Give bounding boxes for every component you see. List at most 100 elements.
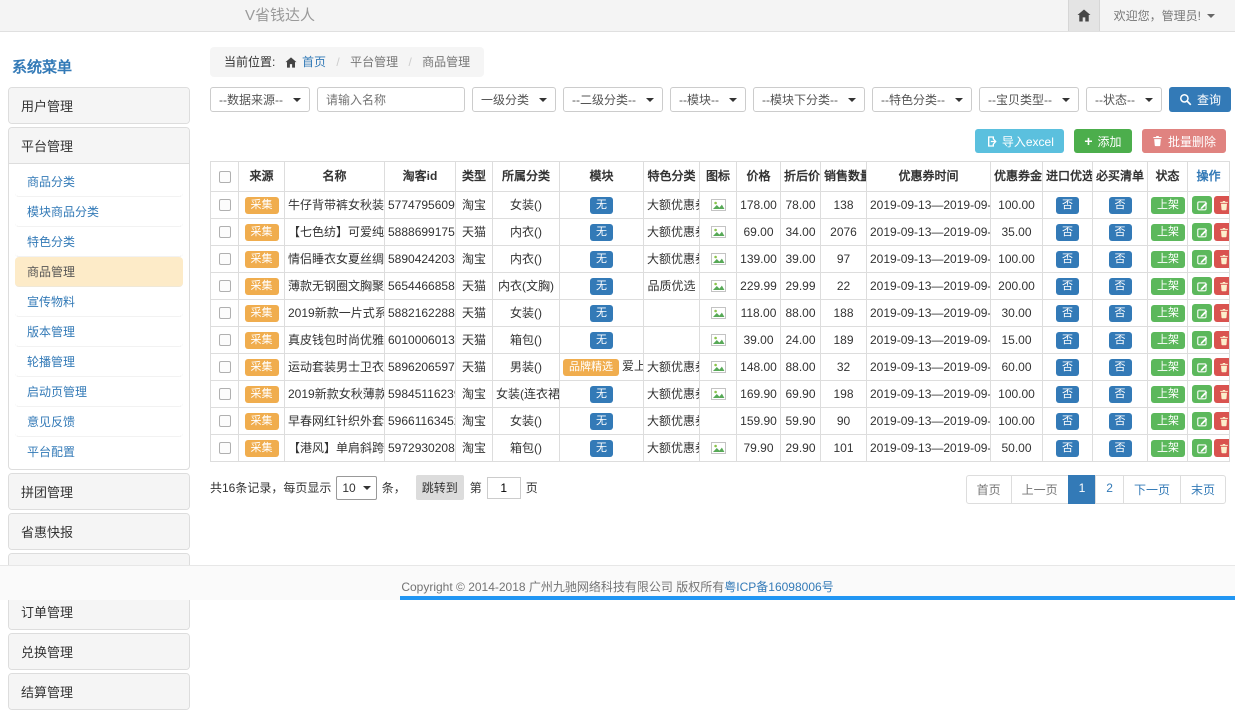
sidebar-subitem-轮播管理[interactable]: 轮播管理 [15, 347, 183, 377]
cell-source: 采集 [239, 354, 285, 381]
select-all-checkbox[interactable] [219, 171, 231, 183]
sidebar-subitem-模块商品分类[interactable]: 模块商品分类 [15, 197, 183, 227]
column-header-名称: 名称 [285, 162, 385, 192]
name-search-input[interactable] [317, 87, 465, 112]
filter-select-模块下分类[interactable]: --模块下分类-- [753, 87, 865, 112]
breadcrumb-page: 商品管理 [422, 55, 470, 69]
sidebar-subitem-意见反馈[interactable]: 意见反馈 [15, 407, 183, 437]
filter-select-value: --模块-- [679, 91, 719, 108]
sidebar-subitem-宣传物料[interactable]: 宣传物料 [15, 287, 183, 317]
sidebar-subitem-特色分类[interactable]: 特色分类 [15, 227, 183, 257]
cell-coupon-time: 2019-09-13—2019-09-18 [867, 435, 991, 462]
filter-select-宝贝类型[interactable]: --宝贝类型-- [979, 87, 1079, 112]
delete-button[interactable] [1214, 439, 1230, 457]
must-buy-badge: 否 [1109, 224, 1132, 241]
row-checkbox[interactable] [219, 199, 231, 211]
delete-button[interactable] [1214, 277, 1230, 295]
delete-button[interactable] [1214, 196, 1230, 214]
row-checkbox[interactable] [219, 415, 231, 427]
filter-select-状态[interactable]: --状态-- [1086, 87, 1162, 112]
edit-button[interactable] [1192, 385, 1212, 403]
page-size-select[interactable]: 10 [336, 476, 376, 500]
row-checkbox[interactable] [219, 307, 231, 319]
filter-select-模块[interactable]: --模块-- [670, 87, 746, 112]
user-menu[interactable]: 欢迎您，管理员! [1100, 0, 1235, 31]
page-button-1[interactable]: 1 [1068, 475, 1097, 504]
edit-button[interactable] [1192, 439, 1212, 457]
cell-imported: 否 [1043, 192, 1093, 219]
sidebar-subitem-商品分类[interactable]: 商品分类 [15, 167, 183, 197]
page-button-末页[interactable]: 末页 [1180, 475, 1226, 504]
sidebar-item-用户管理[interactable]: 用户管理 [9, 88, 189, 123]
home-button[interactable] [1068, 0, 1100, 31]
import-excel-button[interactable]: 导入excel [975, 129, 1064, 153]
select-all-header [211, 162, 239, 192]
cell-category: 女装() [493, 300, 560, 327]
delete-button[interactable] [1214, 331, 1230, 349]
cell-imported: 否 [1043, 273, 1093, 300]
page-button-首页[interactable]: 首页 [966, 475, 1012, 504]
edit-button[interactable] [1192, 196, 1212, 214]
delete-button[interactable] [1214, 385, 1230, 403]
breadcrumb-home-link[interactable]: 首页 [302, 55, 326, 69]
row-checkbox[interactable] [219, 280, 231, 292]
sidebar-item-结算管理[interactable]: 结算管理 [9, 674, 189, 709]
sidebar-item-省惠快报[interactable]: 省惠快报 [9, 514, 189, 549]
cell-operations [1188, 381, 1230, 408]
cell-status: 上架 [1148, 219, 1188, 246]
delete-button[interactable] [1214, 358, 1230, 376]
sidebar-subitem-商品管理[interactable]: 商品管理 [15, 257, 183, 287]
search-button[interactable]: 查询 [1169, 87, 1231, 112]
edit-button[interactable] [1192, 250, 1212, 268]
row-checkbox[interactable] [219, 442, 231, 454]
sidebar-item-兑换管理[interactable]: 兑换管理 [9, 634, 189, 669]
imported-badge: 否 [1056, 224, 1079, 241]
filter-select-value: --状态-- [1095, 91, 1135, 108]
edit-button[interactable] [1192, 412, 1212, 430]
page-button-下一页[interactable]: 下一页 [1123, 475, 1181, 504]
sidebar-item-拼团管理[interactable]: 拼团管理 [9, 474, 189, 509]
delete-button[interactable] [1214, 304, 1230, 322]
row-checkbox[interactable] [219, 226, 231, 238]
filter-select-一级分类[interactable]: 一级分类 [472, 87, 556, 112]
cell-select [211, 327, 239, 354]
cell-module: 无 [560, 246, 644, 273]
jump-button[interactable]: 跳转到 [416, 475, 464, 500]
cell-imported: 否 [1043, 435, 1093, 462]
add-button[interactable]: + 添加 [1074, 129, 1131, 153]
edit-button[interactable] [1192, 331, 1212, 349]
icp-link[interactable]: 粤ICP备16098006号 [724, 580, 833, 594]
footer: Copyright © 2014-2018 广州九驰网络科技有限公司 版权所有粤… [0, 565, 1235, 600]
delete-button[interactable] [1214, 250, 1230, 268]
cell-coupon-time: 2019-09-13—2019-09-20 [867, 246, 991, 273]
imported-badge: 否 [1056, 386, 1079, 403]
sidebar-subitem-版本管理[interactable]: 版本管理 [15, 317, 183, 347]
filter-select-数据来源[interactable]: --数据来源-- [210, 87, 310, 112]
page-button-2[interactable]: 2 [1095, 475, 1124, 504]
sidebar-item-平台管理[interactable]: 平台管理 [9, 128, 189, 163]
cell-feature: 大额优惠券 [644, 435, 700, 462]
edit-button[interactable] [1192, 277, 1212, 295]
batch-delete-button[interactable]: 批量删除 [1142, 129, 1226, 153]
caret-down-icon [1145, 98, 1153, 102]
table-row: 采集早春网红针织外套女春...596611634525淘宝女装()无大额优惠券1… [211, 408, 1230, 435]
page-button-上一页[interactable]: 上一页 [1011, 475, 1069, 504]
filter-select-特色分类[interactable]: --特色分类-- [872, 87, 972, 112]
copyright-text: Copyright © 2014-2018 广州九驰网络科技有限公司 版权所有 [401, 580, 724, 594]
cell-type: 淘宝 [456, 408, 493, 435]
cell-status: 上架 [1148, 192, 1188, 219]
edit-button[interactable] [1192, 223, 1212, 241]
filter-select-二级分类[interactable]: --二级分类-- [563, 87, 663, 112]
delete-button[interactable] [1214, 412, 1230, 430]
row-checkbox[interactable] [219, 388, 231, 400]
edit-button[interactable] [1192, 304, 1212, 322]
cell-category: 箱包() [493, 327, 560, 354]
row-checkbox[interactable] [219, 361, 231, 373]
jump-page-input[interactable] [487, 477, 521, 499]
delete-button[interactable] [1214, 223, 1230, 241]
edit-button[interactable] [1192, 358, 1212, 376]
row-checkbox[interactable] [219, 334, 231, 346]
sidebar-subitem-启动页管理[interactable]: 启动页管理 [15, 377, 183, 407]
sidebar-subitem-平台配置[interactable]: 平台配置 [15, 437, 183, 466]
row-checkbox[interactable] [219, 253, 231, 265]
